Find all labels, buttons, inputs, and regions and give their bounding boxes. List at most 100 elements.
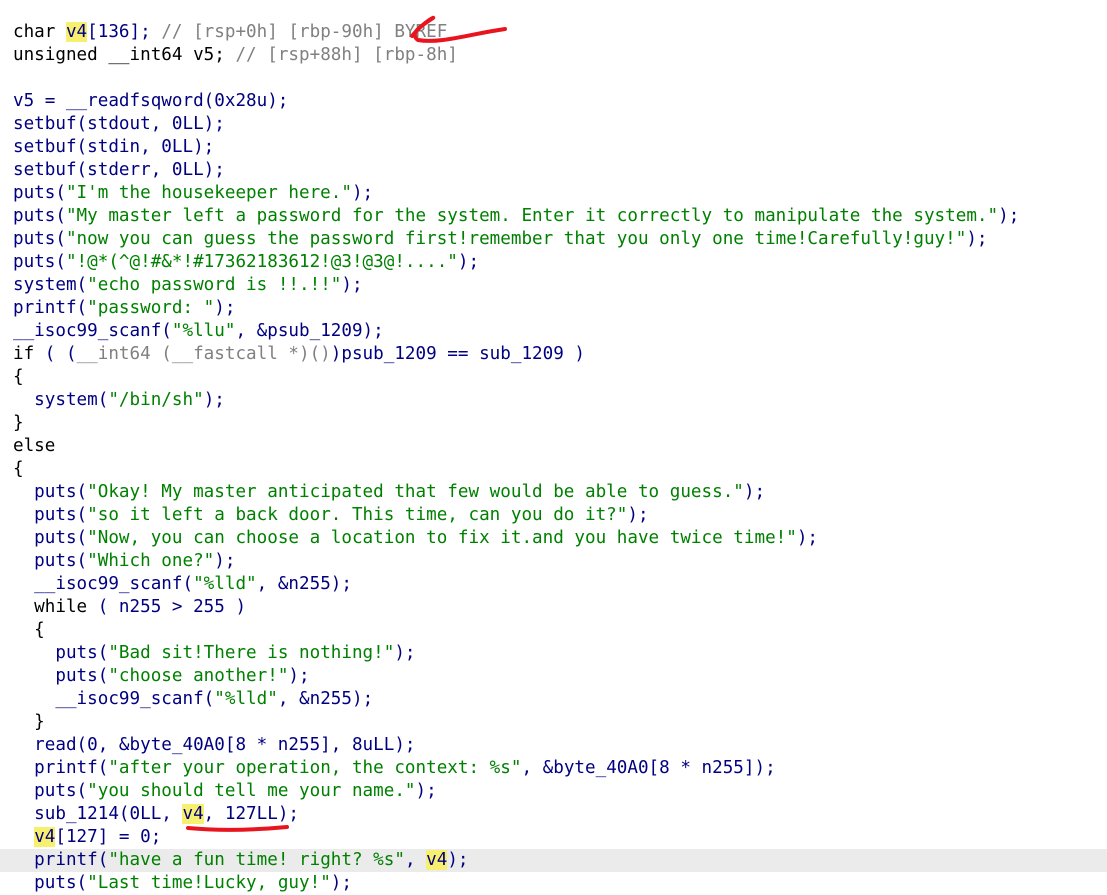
code-line[interactable]: puts("Okay! My master anticipated that f… (13, 481, 1107, 504)
code-token: printf( (13, 298, 88, 318)
code-token: ); (998, 206, 1020, 226)
code-token: { (13, 620, 45, 640)
code-line[interactable]: puts("choose another!"); (13, 665, 1107, 688)
code-line[interactable]: v4[127] = 0; (13, 826, 1107, 849)
code-line[interactable]: puts("I'm the housekeeper here."); (13, 182, 1107, 205)
code-token: [136]; (87, 22, 162, 42)
code-line[interactable]: puts("My master left a password for the … (13, 205, 1107, 228)
code-token: __isoc99_scanf( (13, 321, 172, 341)
code-token: )psub_1209 == sub_1209 ) (330, 344, 585, 364)
code-line[interactable]: { (13, 619, 1107, 642)
code-token: ); (796, 528, 819, 548)
highlighted-identifier-v4: v4 (426, 850, 448, 870)
code-line[interactable]: read(0, &byte_40A0[8 * n255], 8uLL); (13, 734, 1107, 757)
code-line[interactable] (13, 67, 1107, 90)
code-token: ); (457, 252, 480, 272)
code-line[interactable]: system("echo password is !!.!!"); (13, 274, 1107, 297)
code-line[interactable]: printf("password: "); (13, 297, 1107, 320)
code-line[interactable]: system("/bin/sh"); (13, 389, 1107, 412)
code-line[interactable]: setbuf(stdin, 0LL); (13, 136, 1107, 159)
pseudocode-view[interactable]: char v4[136]; // [rsp+0h] [rbp-90h] BYRE… (0, 21, 1107, 895)
code-token: puts( (13, 183, 66, 203)
code-token: puts( (13, 206, 66, 226)
code-token: puts( (13, 781, 88, 801)
code-line[interactable]: __isoc99_scanf("%llu", &psub_1209); (13, 320, 1107, 343)
code-token: "you should tell me your name." (87, 781, 416, 801)
code-line[interactable]: __isoc99_scanf("%lld", &n255); (13, 688, 1107, 711)
code-line[interactable]: sub_1214(0LL, v4, 127LL); (13, 803, 1107, 826)
code-token: v5 = __readfsqword(0x28u); (13, 91, 289, 111)
code-token: "!@*(^@!#&*!#17362183612!@3!@3@!...." (65, 252, 458, 272)
code-token: } (13, 712, 45, 732)
code-token: "Okay! My master anticipated that few wo… (87, 482, 744, 502)
code-token: "have a fun time! right? %s" (108, 850, 405, 870)
code-line[interactable]: puts("now you can guess the password fir… (13, 228, 1107, 251)
code-token: "My master left a password for the syste… (65, 206, 999, 226)
code-token: "password: " (87, 298, 215, 318)
code-line[interactable]: } (13, 711, 1107, 734)
code-line[interactable]: unsigned __int64 v5; // [rsp+88h] [rbp-8… (13, 44, 1107, 67)
code-token: printf( (13, 850, 109, 870)
code-line[interactable]: puts("so it left a back door. This time,… (13, 504, 1107, 527)
code-line[interactable]: printf("have a fun time! right? %s", v4)… (0, 849, 1107, 872)
code-line[interactable]: if ( (__int64 (__fastcall *)())psub_1209… (13, 343, 1107, 366)
code-token: "so it left a back door. This time, can … (87, 505, 628, 525)
code-line[interactable]: puts("Last time!Lucky, guy!"); (13, 872, 1107, 895)
code-token: __int64 (__fastcall *)() (76, 344, 331, 364)
code-token: ); (351, 183, 374, 203)
code-line[interactable]: setbuf(stderr, 0LL); (13, 159, 1107, 182)
code-token: puts( (13, 528, 88, 548)
code-token: __isoc99_scanf( (13, 574, 194, 594)
code-token: char (13, 22, 66, 42)
code-line[interactable]: { (13, 366, 1107, 389)
code-line[interactable]: setbuf(stdout, 0LL); (13, 113, 1107, 136)
code-line[interactable]: } (13, 412, 1107, 435)
code-token: , 127LL); (203, 804, 300, 824)
code-token: "%llu" (171, 321, 236, 341)
code-line[interactable]: while ( n255 > 255 ) (13, 596, 1107, 619)
code-line[interactable]: char v4[136]; // [rsp+0h] [rbp-90h] BYRE… (13, 21, 1107, 44)
code-token: ); (330, 873, 352, 893)
code-token: ); (415, 781, 437, 801)
code-token: { (13, 367, 24, 387)
code-line[interactable]: puts("Bad sit!There is nothing!"); (13, 642, 1107, 665)
code-token: { (13, 459, 24, 479)
highlighted-identifier-v4: v4 (65, 22, 88, 42)
highlighted-identifier-v4: v4 (34, 827, 56, 847)
code-token: read(0, &byte_40A0[8 * n255], 8uLL); (13, 735, 416, 755)
code-token: setbuf(stdout, 0LL); (13, 114, 225, 134)
code-token: sub_1214(0LL, (13, 804, 183, 824)
code-token: , &n255); (256, 574, 352, 594)
code-line[interactable]: puts("Now, you can choose a location to … (13, 527, 1107, 550)
code-line[interactable]: v5 = __readfsqword(0x28u); (13, 90, 1107, 113)
code-token: else (13, 436, 56, 456)
code-line[interactable]: { (13, 458, 1107, 481)
code-token: puts( (13, 505, 88, 525)
code-token: puts( (13, 229, 66, 249)
code-line[interactable]: printf("after your operation, the contex… (13, 757, 1107, 780)
code-line[interactable]: else (13, 435, 1107, 458)
code-token: "Last time!Lucky, guy!" (87, 873, 331, 893)
code-token: "after your operation, the context: %s" (108, 758, 522, 778)
code-line[interactable]: puts("!@*(^@!#&*!#17362183612!@3!@3@!...… (13, 251, 1107, 274)
code-token: // [rsp+0h] [rbp-90h] BYREF (161, 22, 448, 42)
code-token: ); (214, 298, 236, 318)
code-line[interactable]: puts("you should tell me your name."); (13, 780, 1107, 803)
code-token: "Which one?" (87, 551, 215, 571)
code-token: ); (627, 505, 649, 525)
code-token: ); (966, 229, 988, 249)
code-line[interactable]: puts("Which one?"); (13, 550, 1107, 573)
code-token: , &psub_1209); (235, 321, 384, 341)
code-token: "%lld" (193, 574, 257, 594)
code-token: while (13, 597, 88, 617)
code-token: "choose another!" (108, 666, 289, 686)
code-token: puts( (13, 666, 109, 686)
code-token: ); (341, 275, 363, 295)
code-token: puts( (13, 643, 109, 663)
code-line[interactable]: __isoc99_scanf("%lld", &n255); (13, 573, 1107, 596)
code-token: "I'm the housekeeper here." (65, 183, 352, 203)
code-token: ( n255 > 255 ) (87, 597, 247, 617)
code-token: unsigned __int64 v5; (13, 45, 236, 65)
code-token: system( (13, 275, 88, 295)
